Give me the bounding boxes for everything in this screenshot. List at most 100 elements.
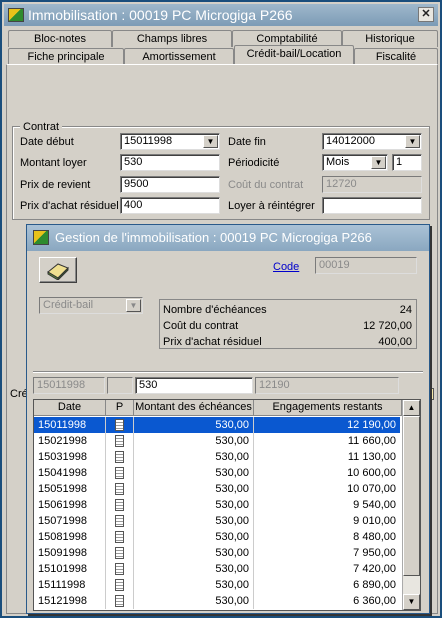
cell-p	[106, 417, 134, 433]
document-icon	[115, 483, 124, 495]
cell-p	[106, 497, 134, 513]
loyer-reintegrer-field[interactable]	[322, 197, 422, 214]
cell-date: 15111998	[34, 577, 106, 593]
nb-echeances-label: Nombre d'échéances	[163, 304, 267, 316]
header-date[interactable]: Date	[34, 400, 106, 416]
dialog-titlebar[interactable]: Gestion de l'immobilisation : 00019 PC M…	[27, 225, 429, 251]
header-p[interactable]: P	[106, 400, 134, 416]
table-row[interactable]: 15061998 530,00 9 540,00	[34, 497, 400, 513]
cout-contrat-label: Coût du contrat	[163, 320, 239, 332]
cell-p	[106, 433, 134, 449]
cell-montant: 530,00	[134, 417, 254, 433]
cell-p	[106, 529, 134, 545]
cell-engagement: 10 600,00	[347, 467, 396, 479]
cell-montant: 530,00	[134, 449, 254, 465]
table-row[interactable]: 15111998 530,00 6 890,00	[34, 577, 400, 593]
document-icon	[115, 467, 124, 479]
cell-engagement: 7 950,00	[353, 547, 396, 559]
tab-bloc-notes[interactable]: Bloc-notes	[8, 30, 112, 47]
cell-date: 15021998	[34, 433, 106, 449]
info-box: Nombre d'échéances 24 Coût du contrat 12…	[159, 299, 417, 349]
cell-date: 15071998	[34, 513, 106, 529]
cell-date: 15081998	[34, 529, 106, 545]
scroll-up-icon[interactable]: ▲	[403, 400, 420, 416]
chevron-down-icon[interactable]: ▼	[203, 135, 218, 148]
tab-credit-bail-location[interactable]: Crédit-bail/Location	[234, 45, 354, 65]
chevron-down-icon[interactable]: ▼	[371, 156, 386, 169]
echeances-table[interactable]: Date P Montant des échéances Engagements…	[33, 399, 421, 611]
cell-montant: 530,00	[134, 561, 254, 577]
cell-p	[106, 577, 134, 593]
table-row[interactable]: 15021998 530,00 11 660,00	[34, 433, 400, 449]
cell-montant: 530,00	[134, 577, 254, 593]
document-icon	[115, 563, 124, 575]
cell-engagement: 11 130,00	[347, 451, 396, 463]
cell-p	[106, 593, 134, 609]
periodicite-select[interactable]: Mois ▼	[322, 154, 388, 171]
cell-montant: 530,00	[134, 481, 254, 497]
header-engagements[interactable]: Engagements restants	[254, 400, 402, 416]
periodicite-count-field[interactable]: 1	[392, 154, 422, 171]
table-row[interactable]: 15121998 530,00 6 360,00	[34, 593, 400, 609]
cell-engagement: 6 890,00	[353, 579, 396, 591]
cell-p	[106, 465, 134, 481]
cell-montant: 530,00	[134, 433, 254, 449]
table-row[interactable]: 15071998 530,00 9 010,00	[34, 513, 400, 529]
prix-achat-residuel-label: Prix d'achat résiduel	[20, 200, 119, 212]
tab-fiscalite[interactable]: Fiscalité	[354, 48, 438, 65]
date-debut-field[interactable]: 15011998 ▼	[120, 133, 220, 150]
table-row[interactable]: 15041998 530,00 10 600,00	[34, 465, 400, 481]
scroll-down-icon[interactable]: ▼	[403, 594, 420, 610]
document-icon	[115, 435, 124, 447]
loyer-reintegrer-label: Loyer à réintégrer	[228, 200, 315, 212]
code-link[interactable]: Code	[273, 259, 299, 275]
cell-date: 15031998	[34, 449, 106, 465]
dialog-title: Gestion de l'immobilisation : 00019 PC M…	[55, 230, 372, 245]
edit-montant-field[interactable]: 530	[135, 377, 253, 394]
document-icon	[115, 419, 124, 431]
table-row[interactable]: 15031998 530,00 11 130,00	[34, 449, 400, 465]
document-icon	[115, 531, 124, 543]
app-icon	[33, 230, 49, 245]
cell-date: 15091998	[34, 545, 106, 561]
main-window: Immobilisation : 00019 PC Microgiga P266…	[0, 0, 442, 618]
gestion-dialog: Gestion de l'immobilisation : 00019 PC M…	[26, 224, 430, 614]
cell-montant: 530,00	[134, 545, 254, 561]
tab-fiche-principale[interactable]: Fiche principale	[8, 48, 124, 65]
cell-montant: 530,00	[134, 593, 254, 609]
cell-date: 15061998	[34, 497, 106, 513]
scroll-thumb[interactable]	[403, 416, 420, 576]
tab-historique[interactable]: Historique	[342, 30, 438, 47]
cell-date: 15041998	[34, 465, 106, 481]
table-row[interactable]: 15051998 530,00 10 070,00	[34, 481, 400, 497]
table-row[interactable]: 15091998 530,00 7 950,00	[34, 545, 400, 561]
prix-achat-residuel-field[interactable]: 400	[120, 197, 220, 214]
type-select: Crédit-bail ▼	[39, 297, 143, 314]
book-button[interactable]	[39, 257, 77, 283]
cell-date: 15011998	[34, 417, 106, 433]
header-montant[interactable]: Montant des échéances	[134, 400, 254, 416]
periodicite-label: Périodicité	[228, 157, 280, 169]
cell-p	[106, 449, 134, 465]
cell-engagement: 8 480,00	[353, 531, 396, 543]
tab-amortissement[interactable]: Amortissement	[124, 48, 234, 65]
table-row[interactable]: 15081998 530,00 8 480,00	[34, 529, 400, 545]
montant-loyer-field[interactable]: 530	[120, 154, 220, 171]
prix-revient-field[interactable]: 9500	[120, 176, 220, 193]
edit-p-field	[107, 377, 133, 394]
tab-champs-libres[interactable]: Champs libres	[112, 30, 232, 47]
table-row[interactable]: 15011998 530,00 12 190,00	[34, 417, 400, 433]
close-button[interactable]: ✕	[418, 7, 434, 22]
window-titlebar[interactable]: Immobilisation : 00019 PC Microgiga P266…	[4, 4, 438, 26]
cell-engagement: 10 070,00	[347, 483, 396, 495]
document-icon	[115, 451, 124, 463]
chevron-down-icon[interactable]: ▼	[405, 135, 420, 148]
table-row[interactable]: 15101998 530,00 7 420,00	[34, 561, 400, 577]
cell-date: 15051998	[34, 481, 106, 497]
cell-montant: 530,00	[134, 497, 254, 513]
cell-p	[106, 513, 134, 529]
cell-engagement: 9 010,00	[353, 515, 396, 527]
date-fin-field[interactable]: 14012000 ▼	[322, 133, 422, 150]
date-debut-label: Date début	[20, 136, 74, 148]
table-scrollbar[interactable]: ▲ ▼	[402, 400, 420, 610]
